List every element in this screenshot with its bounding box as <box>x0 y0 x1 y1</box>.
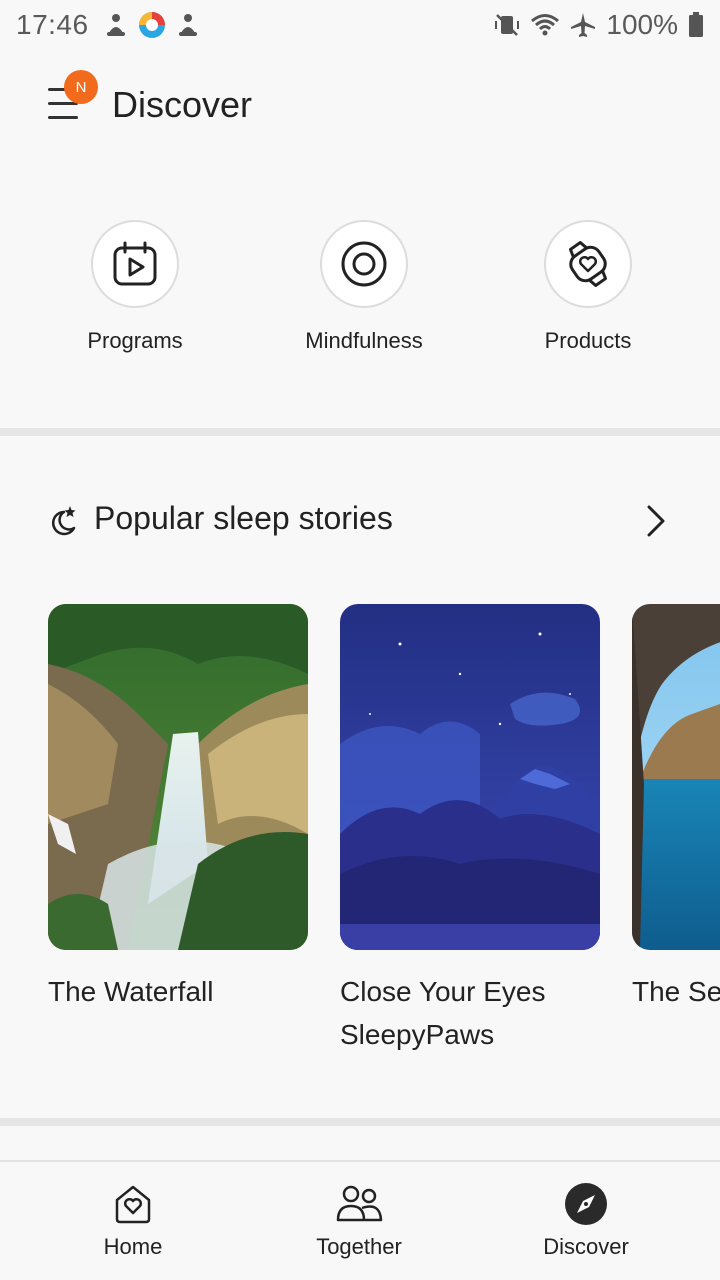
section-divider <box>0 1118 720 1126</box>
compass-icon <box>565 1183 607 1225</box>
nav-discover[interactable]: Discover <box>496 1182 676 1260</box>
status-time: 17:46 <box>16 9 89 40</box>
vibrate-mute-icon <box>495 14 520 36</box>
watch-heart-icon <box>544 220 632 308</box>
waterfall-image <box>48 604 308 950</box>
home-heart-icon <box>115 1185 151 1224</box>
sleep-stories-header[interactable]: Popular sleep stories <box>0 496 720 546</box>
nav-label: Together <box>316 1234 402 1259</box>
people-icon <box>336 1185 383 1222</box>
quick-link-label: Products <box>544 328 632 353</box>
story-title: The Se <box>632 976 720 1007</box>
night-scene-image <box>340 604 600 950</box>
section-divider <box>0 428 720 436</box>
quick-links: Programs Mindfulness Products <box>0 220 720 360</box>
story-card-sleepypaws[interactable] <box>340 604 600 950</box>
nav-together[interactable]: Together <box>269 1182 449 1260</box>
story-title: Close Your Eyes SleepyPaws <box>340 976 546 1050</box>
moon-star-icon <box>51 506 76 536</box>
target-circle-icon <box>320 220 408 308</box>
notification-icons <box>105 10 199 40</box>
meditation-icon <box>178 14 197 36</box>
story-card-waterfall[interactable] <box>48 604 308 950</box>
story-card-sea[interactable] <box>632 604 720 950</box>
app-logo-icon <box>138 12 165 38</box>
nav-label: Discover <box>543 1234 629 1259</box>
notification-badge: N <box>64 70 98 104</box>
wifi-icon <box>531 14 560 36</box>
chevron-right-icon[interactable] <box>644 504 668 538</box>
nav-label: Home <box>103 1234 163 1259</box>
system-icons: 100% <box>494 9 704 41</box>
quick-link-label: Programs <box>87 328 183 353</box>
page-title: Discover <box>112 84 253 125</box>
story-title: The Waterfall <box>48 976 214 1007</box>
quick-link-products[interactable]: Products <box>488 220 688 354</box>
nav-home[interactable]: Home <box>43 1182 223 1260</box>
sea-image <box>632 604 720 950</box>
quick-link-programs[interactable]: Programs <box>35 220 235 354</box>
section-title: Popular sleep stories <box>94 500 393 536</box>
status-bar: 17:46 100% <box>0 0 720 50</box>
quick-link-label: Mindfulness <box>305 328 423 353</box>
meditation-icon <box>106 14 125 36</box>
calendar-play-icon <box>91 220 179 308</box>
battery-icon <box>689 12 703 37</box>
battery-percent: 100% <box>606 9 678 40</box>
airplane-icon <box>571 13 596 37</box>
bottom-navigation: Home Together Discover <box>0 1160 720 1280</box>
quick-link-mindfulness[interactable]: Mindfulness <box>264 220 464 354</box>
